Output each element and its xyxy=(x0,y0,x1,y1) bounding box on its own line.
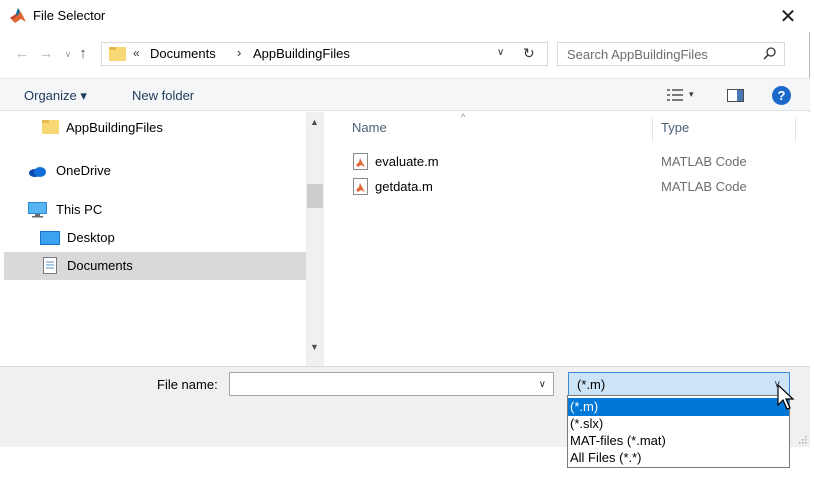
resize-grip-icon[interactable] xyxy=(797,434,807,444)
navigation-scrollbar[interactable]: ▲ ▼ xyxy=(306,112,324,366)
new-folder-button[interactable]: New folder xyxy=(132,88,194,103)
scroll-down-icon[interactable]: ▼ xyxy=(310,342,319,352)
nav-item-onedrive[interactable]: OneDrive xyxy=(4,157,306,185)
column-header-type[interactable]: Type xyxy=(661,120,689,135)
help-icon[interactable]: ? xyxy=(772,86,791,105)
forward-button[interactable]: → xyxy=(37,44,55,64)
column-divider[interactable] xyxy=(795,118,796,142)
matlab-file-icon xyxy=(353,178,368,195)
sort-ascending-icon: ^ xyxy=(461,112,466,122)
matlab-logo-icon xyxy=(10,8,26,23)
matlab-file-icon xyxy=(353,153,368,170)
back-button[interactable]: ← xyxy=(13,44,31,64)
close-icon: ✕ xyxy=(779,5,797,28)
file-type-selected-value: (*.m) xyxy=(577,377,606,392)
organize-button[interactable]: Organize ▾ xyxy=(24,88,87,104)
documents-icon xyxy=(43,257,57,274)
nav-item-label: Documents xyxy=(67,258,133,273)
address-row: ← → ∨ ↑ « Documents › AppBuildingFiles ∨… xyxy=(0,32,810,76)
dropdown-option-mat[interactable]: MAT-files (*.mat) xyxy=(568,432,789,450)
file-row-evaluate[interactable]: evaluate.m MATLAB Code xyxy=(326,150,810,174)
computer-icon xyxy=(28,202,47,218)
column-divider[interactable] xyxy=(652,118,653,142)
up-button[interactable]: ↑ xyxy=(74,44,92,64)
scrollbar-thumb[interactable] xyxy=(307,184,323,208)
nav-item-label: OneDrive xyxy=(56,163,111,178)
breadcrumb-separator[interactable]: › xyxy=(237,45,241,60)
file-type-select[interactable]: (*.m) ∨ xyxy=(568,372,790,396)
search-icon[interactable] xyxy=(762,46,778,62)
view-dropdown-icon[interactable]: ▾ xyxy=(689,89,694,100)
nav-item-this-pc[interactable]: This PC xyxy=(4,196,306,224)
nav-item-label: AppBuildingFiles xyxy=(66,120,163,135)
breadcrumb-appbuildingfiles[interactable]: AppBuildingFiles xyxy=(253,46,350,61)
file-type: MATLAB Code xyxy=(661,154,747,169)
dropdown-option-m[interactable]: (*.m) xyxy=(568,398,789,416)
mouse-cursor-icon xyxy=(777,384,795,410)
nav-item-documents[interactable]: Documents xyxy=(4,252,306,280)
nav-item-label: This PC xyxy=(56,202,103,217)
window-title: File Selector xyxy=(33,8,106,23)
nav-item-appbuildingfiles[interactable]: AppBuildingFiles xyxy=(4,114,306,142)
close-button[interactable]: ✕ xyxy=(766,0,810,32)
refresh-icon[interactable]: ↻ xyxy=(523,45,535,62)
desktop-icon xyxy=(40,231,60,245)
file-row-getdata[interactable]: getdata.m MATLAB Code xyxy=(326,175,810,199)
breadcrumb-documents[interactable]: Documents xyxy=(150,46,216,61)
title-bar[interactable]: File Selector ✕ xyxy=(0,0,810,32)
address-bar[interactable]: « Documents › AppBuildingFiles ∨ ↻ xyxy=(101,42,548,66)
search-placeholder: Search AppBuildingFiles xyxy=(567,47,708,62)
dropdown-option-all[interactable]: All Files (*.*) xyxy=(568,449,789,467)
onedrive-icon xyxy=(29,167,46,177)
folder-icon xyxy=(109,47,126,61)
column-header-name[interactable]: Name xyxy=(352,120,387,135)
file-name-label: File name: xyxy=(157,377,218,392)
overflow-chevron[interactable]: « xyxy=(133,46,140,60)
file-type-dropdown-list: (*.m) (*.slx) MAT-files (*.mat) All File… xyxy=(567,395,790,468)
view-details-icon[interactable] xyxy=(667,88,683,102)
chevron-down-icon[interactable]: ∨ xyxy=(539,379,546,390)
file-name: getdata.m xyxy=(375,179,433,194)
file-selector-dialog: File Selector ✕ ← → ∨ ↑ « Documents › Ap… xyxy=(0,0,810,447)
dropdown-option-slx[interactable]: (*.slx) xyxy=(568,415,789,433)
scroll-up-icon[interactable]: ▲ xyxy=(310,117,319,127)
nav-item-label: Desktop xyxy=(67,230,115,245)
command-bar: Organize ▾ New folder ▾ ? xyxy=(0,78,810,111)
nav-item-desktop[interactable]: Desktop xyxy=(4,224,306,252)
folder-icon xyxy=(42,120,59,134)
preview-pane-icon[interactable] xyxy=(727,89,744,102)
navigation-pane: AppBuildingFiles OneDrive This PC Deskto… xyxy=(0,112,306,366)
search-input[interactable]: Search AppBuildingFiles xyxy=(557,42,785,66)
file-name: evaluate.m xyxy=(375,154,439,169)
file-name-field[interactable]: ∨ xyxy=(229,372,554,396)
file-type: MATLAB Code xyxy=(661,179,747,194)
address-dropdown-icon[interactable]: ∨ xyxy=(497,47,504,58)
file-list: ^ Name Type evaluate.m MATLAB Code getda… xyxy=(326,112,810,366)
